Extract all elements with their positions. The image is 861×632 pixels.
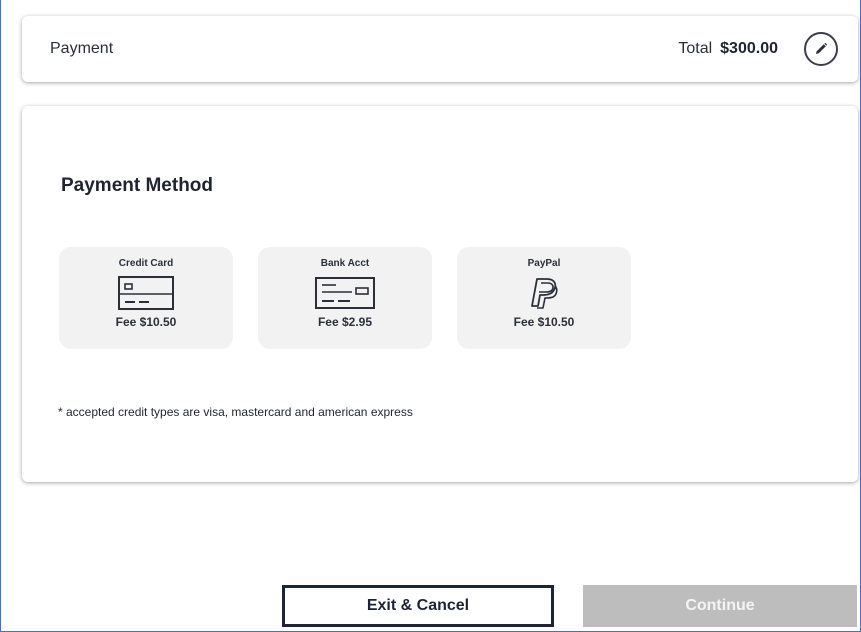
option-paypal[interactable]: PayPal Fee $10.50 xyxy=(457,247,631,349)
option-label: Bank Acct xyxy=(320,258,370,269)
paypal-icon xyxy=(527,275,561,311)
edit-button[interactable] xyxy=(804,32,838,66)
payment-method-card: Payment Method Credit Card Fee $10.50 Ba… xyxy=(22,106,858,482)
option-fee: Fee $10.50 xyxy=(115,315,177,329)
accepted-cards-note: * accepted credit types are visa, master… xyxy=(58,405,413,419)
summary-title: Payment xyxy=(50,40,114,57)
option-fee: Fee $10.50 xyxy=(513,315,575,329)
option-bank-account[interactable]: Bank Acct Fee $2.95 xyxy=(258,247,432,349)
payment-summary-card: Payment Total $300.00 xyxy=(22,16,858,82)
total-amount: $300.00 xyxy=(720,40,778,57)
total-label: Total xyxy=(678,40,713,57)
option-credit-card[interactable]: Credit Card Fee $10.50 xyxy=(59,247,233,349)
credit-card-icon xyxy=(117,275,175,311)
option-label: PayPal xyxy=(527,258,561,269)
continue-button[interactable]: Continue xyxy=(583,585,857,627)
payment-options: Credit Card Fee $10.50 Bank Acct Fee $2.… xyxy=(59,247,631,349)
payment-method-heading: Payment Method xyxy=(61,175,214,196)
pencil-icon xyxy=(816,42,828,54)
option-label: Credit Card xyxy=(118,258,174,269)
option-fee: Fee $2.95 xyxy=(317,315,373,329)
exit-cancel-button[interactable]: Exit & Cancel xyxy=(282,585,554,627)
bank-check-icon xyxy=(314,275,376,311)
